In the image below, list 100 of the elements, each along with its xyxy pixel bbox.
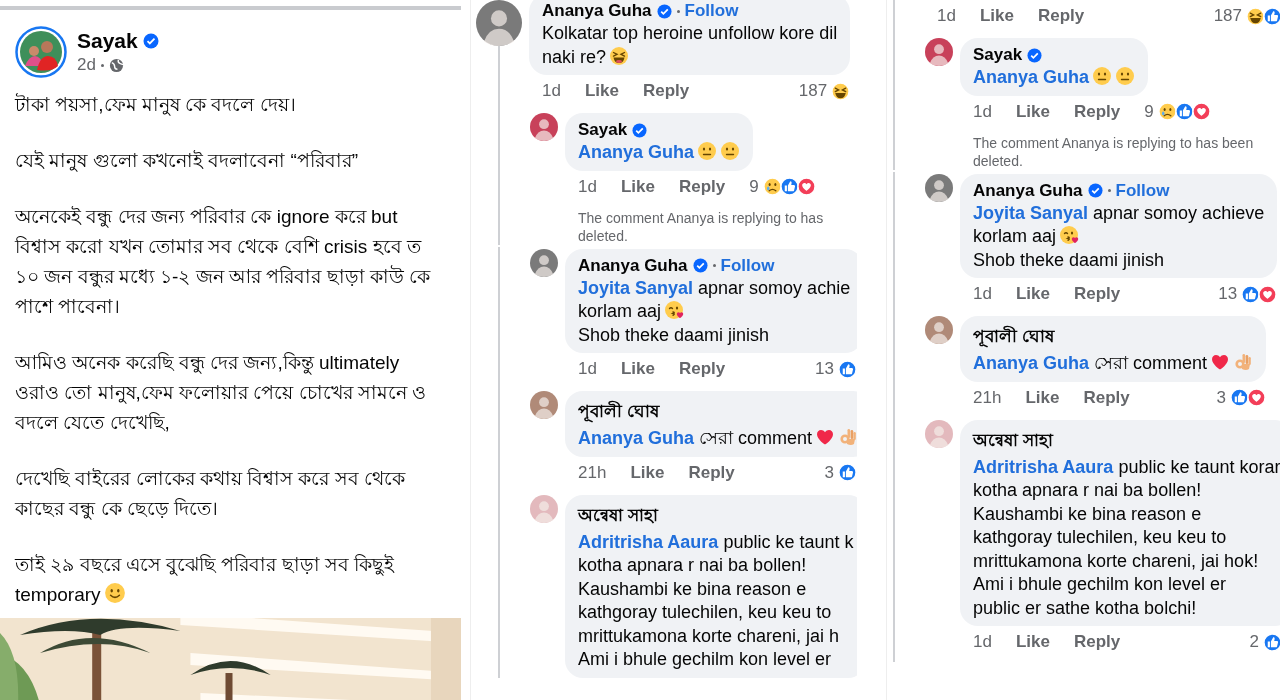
avatar[interactable] [476, 0, 522, 46]
neutral-face-icon [720, 141, 741, 161]
comment-time[interactable]: 21h [973, 387, 1002, 408]
like-link[interactable]: Like [1015, 632, 1050, 652]
like-link[interactable]: Like [584, 81, 619, 101]
reply-link[interactable]: Reply [678, 176, 726, 197]
reaction-count[interactable]: 9 [1144, 101, 1154, 122]
reaction-count[interactable]: 3 [824, 462, 834, 483]
thumbs-up-icon [1174, 102, 1194, 121]
mention-link[interactable]: Ananya Guha [973, 67, 1090, 87]
comment-time[interactable]: 1d [578, 176, 597, 197]
like-link[interactable]: Like [1025, 387, 1060, 408]
author-name[interactable]: Sayak [77, 29, 138, 53]
heart-icon [1210, 352, 1231, 372]
laughing-face-icon [609, 45, 630, 66]
reply-link[interactable]: Reply [678, 359, 726, 379]
laughing-face-icon [1246, 6, 1265, 26]
comment-text: Ananya Guha সেরা comment [973, 352, 1254, 376]
comment-text: Kolkatar top heroine unfollow kore dil naki re? [542, 22, 838, 69]
reaction-count[interactable]: 9 [749, 176, 759, 197]
thumbs-up-icon [1241, 284, 1261, 304]
neutral-face-icon [1115, 66, 1136, 86]
reply-link[interactable]: Reply [1073, 284, 1121, 304]
avatar[interactable] [530, 113, 558, 141]
reaction-count[interactable]: 2 [1249, 632, 1259, 652]
mention-link[interactable]: Joyita Sanyal [578, 277, 694, 298]
laughing-face-icon [831, 81, 851, 101]
follow-link[interactable]: Follow [1115, 180, 1170, 201]
avatar[interactable] [530, 391, 558, 419]
follow-link[interactable]: Follow [684, 1, 739, 21]
smiling-face-icon [103, 582, 126, 604]
reply-link[interactable]: Reply [1037, 6, 1085, 26]
deleted-notice: The comment Ananya is replying to has deleted. [578, 208, 825, 245]
reaction-count[interactable]: 187 [798, 81, 828, 101]
heart-icon [815, 427, 836, 447]
post-paragraph: যেই মানুষ গুলো কখনোই বদলাবেনা “পরিবার” [15, 149, 360, 174]
commenter-name[interactable]: অন্বেষা সাহা [973, 426, 1053, 455]
like-link[interactable]: Like [620, 176, 655, 197]
kissing-face-icon [664, 300, 685, 320]
comment-text: Adritrisha Aaura public ke taunt korar kotha apnara r nai ba bollen! Kaushambi ke bina reason e kathgoray tulechilen, keu keu to mrittukamona korte chareni, jai hok! Ami i bhule gechilm kon level er public er sathe kotha bolchi! [973, 455, 1280, 620]
avatar[interactable] [530, 248, 558, 277]
avatar[interactable] [925, 38, 953, 66]
comment-time[interactable]: 1d [973, 284, 992, 304]
comment-time[interactable]: 1d [578, 359, 597, 379]
commenter-name[interactable]: অন্বেষা সাহা [578, 501, 658, 530]
commenter-name[interactable]: Ananya Guha [542, 1, 652, 21]
post-time[interactable]: 2d [77, 55, 96, 75]
reply-link[interactable]: Reply [642, 81, 690, 101]
mention-link[interactable]: Ananya Guha [973, 353, 1090, 373]
comment-text: Joyita Sanyal apnar somoy achie korlam aaj Shob theke daami jinish [578, 276, 851, 347]
post-paragraph: তাই ২৯ বছরে এসে বুঝেছি পরিবার ছাড়া সব কিছুই temporary [15, 553, 396, 607]
reaction-count[interactable]: 13 [815, 359, 834, 379]
reply-link[interactable]: Reply [1073, 632, 1121, 652]
commenter-name[interactable]: Sayak [578, 120, 628, 140]
reply-link[interactable]: Reply [1073, 101, 1121, 122]
reply-link[interactable]: Reply [1083, 387, 1130, 408]
sad-face-icon [762, 177, 782, 196]
comment-time[interactable]: 1d [973, 101, 992, 122]
mention-link[interactable]: Ananya Guha [578, 428, 695, 448]
mention-link[interactable]: Adritrisha Aaura [578, 531, 719, 552]
comment-time[interactable]: 1d [973, 632, 992, 652]
like-link[interactable]: Like [630, 462, 665, 483]
commenter-name[interactable]: Sayak [973, 45, 1023, 65]
ok-hand-icon [838, 427, 857, 447]
commenter-name[interactable]: পূবালী ঘোষ [578, 398, 659, 426]
thumbs-up-icon [838, 359, 857, 379]
globe-icon [108, 57, 124, 73]
like-link[interactable]: Like [1015, 284, 1050, 304]
avatar[interactable] [15, 26, 67, 78]
avatar[interactable] [925, 173, 953, 202]
follow-link[interactable]: Follow [720, 255, 775, 276]
post-paragraph: টাকা পয়সা,ফেম মানুষ কে বদলে দেয়। [15, 92, 297, 118]
like-link[interactable]: Like [979, 6, 1014, 26]
ok-hand-icon [1233, 352, 1254, 372]
comment-time[interactable]: 1d [937, 6, 956, 26]
thumbs-up-icon [779, 177, 799, 196]
reaction-count[interactable]: 187 [1213, 6, 1242, 26]
commenter-name[interactable]: Ananya Guha [973, 180, 1083, 201]
like-link[interactable]: Like [620, 359, 655, 379]
comment-text: Ananya Guha সেরা comment [578, 427, 857, 451]
reaction-count[interactable]: 3 [1216, 387, 1227, 408]
thumbs-up-icon [1230, 388, 1250, 407]
avatar[interactable] [925, 316, 953, 344]
mention-link[interactable]: Adritrisha Aaura [973, 456, 1114, 477]
reply-link[interactable]: Reply [688, 462, 735, 483]
post-paragraph: আমিও অনেক করেছি বন্ধু দের জন্য,কিন্তু ultimately ওরাও তো মানুষ,ফেম ফলোয়ার পেয়ে চোখের সামনে ও বদলে যেতে দেখেছি, [15, 351, 428, 435]
neutral-face-icon [1092, 66, 1113, 86]
mention-link[interactable]: Ananya Guha [578, 142, 695, 162]
reaction-count[interactable]: 13 [1218, 284, 1238, 304]
mention-link[interactable]: Joyita Sanyal [973, 202, 1089, 223]
comment-text: Joyita Sanyal apnar somoy achieve korlam aaj Shob theke daami jinish [973, 201, 1265, 272]
neutral-face-icon [697, 141, 718, 161]
thumbs-up-icon [838, 463, 857, 482]
comment-time[interactable]: 21h [578, 462, 607, 483]
commenter-name[interactable]: পূবালী ঘোষ [973, 323, 1054, 351]
kissing-face-icon [1059, 225, 1080, 245]
like-link[interactable]: Like [1015, 101, 1050, 122]
comment-time[interactable]: 1d [542, 81, 561, 101]
commenter-name[interactable]: Ananya Guha [578, 255, 688, 276]
comment-text: Adritrisha Aaura public ke taunt k kotha apnara r nai ba bollen! Kaushambi ke bina reason e kathgoray tulechilen, keu keu to mrittukamona korte chareni, jai h Ami i bhule gechilm kon level er [578, 530, 854, 671]
